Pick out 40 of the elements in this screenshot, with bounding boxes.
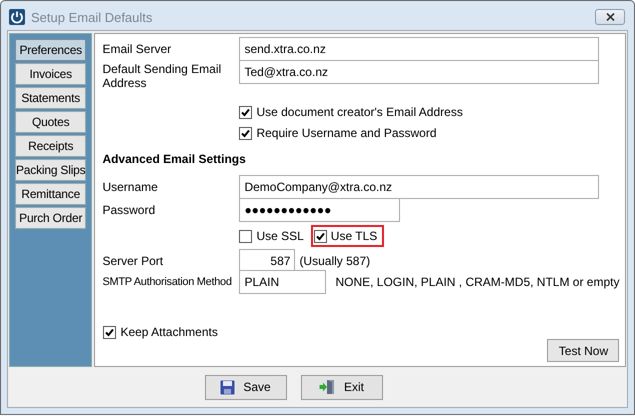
exit-door-icon	[318, 379, 336, 395]
close-icon	[606, 13, 614, 21]
checkbox-label: Require Username and Password	[256, 126, 437, 140]
field-label: SMTP Authorisation Method	[102, 275, 233, 289]
input-field[interactable]: ●●●●●●●●●●●●	[239, 198, 400, 222]
field-label: Password	[102, 202, 156, 217]
input-field[interactable]: Ted@xtra.co.nz	[239, 60, 600, 84]
checkbox[interactable]	[314, 230, 327, 242]
sidebar-tab[interactable]: Quotes	[15, 111, 86, 133]
sidebar-tab[interactable]: Statements	[15, 87, 86, 109]
field-label: Server Port	[102, 253, 164, 268]
power-icon	[9, 9, 25, 25]
field-label: Default Sending Email Address	[102, 61, 222, 90]
close-button[interactable]	[595, 9, 625, 25]
input-field[interactable]: DemoCompany@xtra.co.nz	[239, 175, 600, 199]
section-heading: Advanced Email Settings	[102, 152, 247, 166]
sidebar-tab[interactable]: Packing Slips	[15, 159, 86, 181]
checkbox-label: Use SSL	[256, 229, 304, 243]
checkbox-label: Use TLS	[330, 229, 378, 243]
hint-text: NONE, LOGIN, PLAIN , CRAM-MD5, NTLM or empty	[335, 274, 620, 289]
sidebar-tab[interactable]: Remittance	[15, 183, 86, 205]
field-label: Username	[102, 179, 159, 194]
sidebar-tab[interactable]: Receipts	[15, 135, 86, 157]
save-button[interactable]: Save	[204, 374, 286, 400]
exit-button[interactable]: Exit	[300, 374, 382, 400]
hint-text: (Usually 587)	[299, 253, 370, 268]
window-title: Setup Email Defaults	[31, 10, 154, 24]
input-field[interactable]: PLAIN	[239, 270, 326, 294]
checkbox[interactable]	[239, 230, 252, 242]
field-label: Email Server	[102, 41, 172, 56]
checkbox-label: Use document creator's Email Address	[256, 105, 463, 119]
sidebar-tab[interactable]: Purch Order	[15, 207, 86, 229]
checkbox[interactable]	[239, 106, 252, 118]
test-now-button[interactable]: Test Now	[547, 339, 620, 362]
input-field[interactable]: send.xtra.co.nz	[239, 37, 600, 61]
checkbox-label: Keep Attachments	[120, 325, 218, 339]
sidebar-tab[interactable]: Preferences	[15, 39, 86, 61]
sidebar-tab[interactable]: Invoices	[15, 63, 86, 85]
checkbox[interactable]	[103, 326, 116, 338]
checkbox[interactable]	[239, 126, 252, 140]
